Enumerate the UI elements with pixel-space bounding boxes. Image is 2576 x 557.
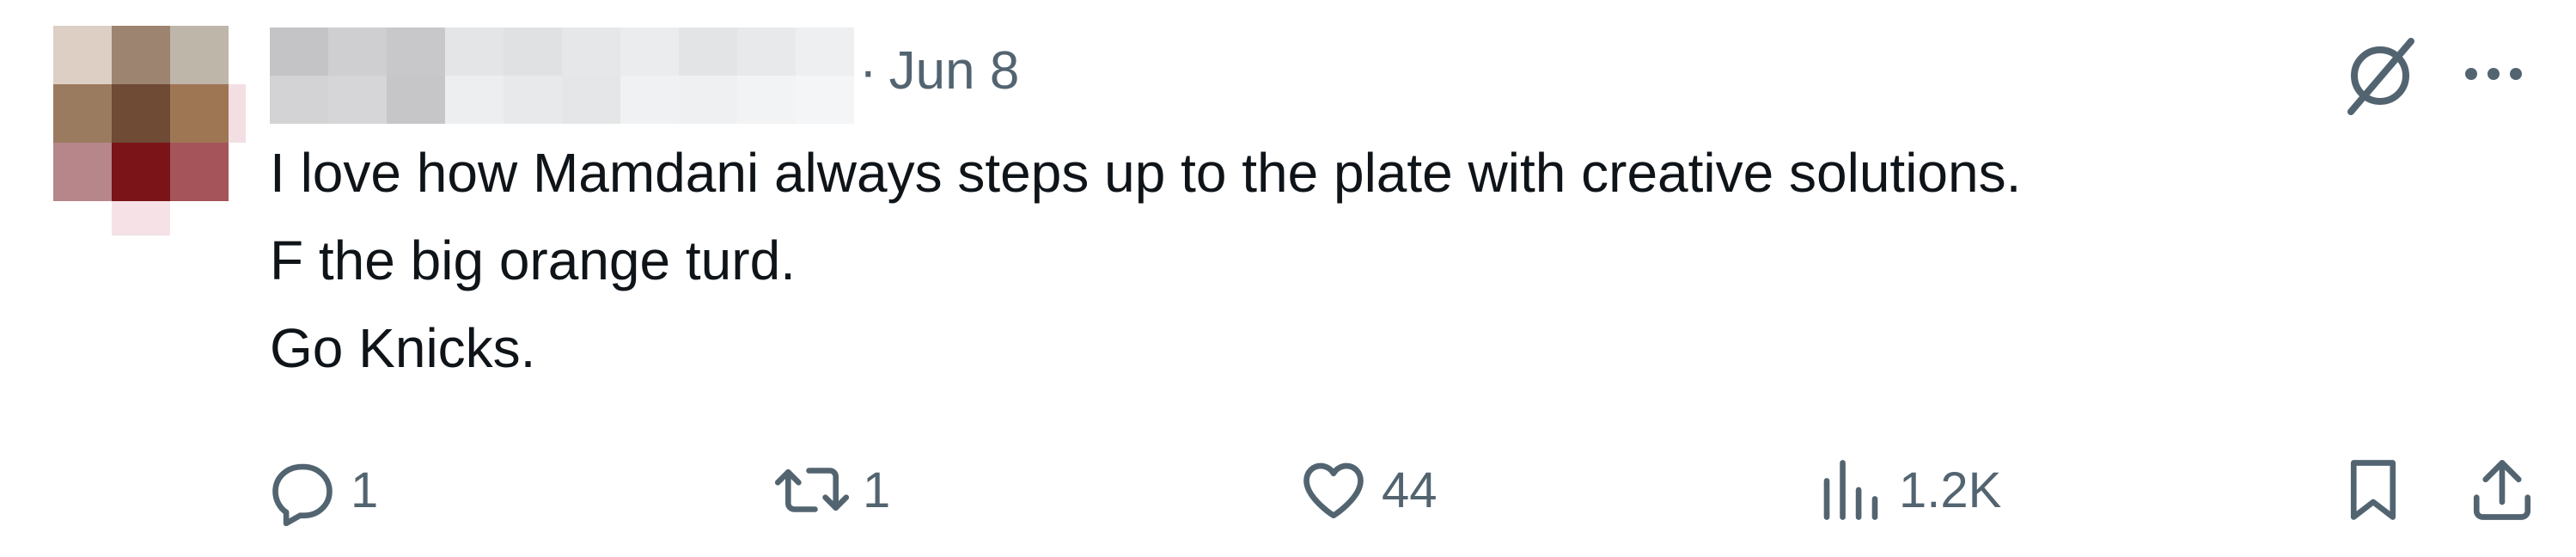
more-icon[interactable] — [2459, 48, 2528, 100]
grok-icon[interactable] — [2337, 33, 2423, 119]
tweet-text-line: I love how Mamdani always steps up to th… — [270, 142, 2022, 204]
share-button[interactable] — [2466, 447, 2538, 533]
tweet-date[interactable]: Jun 8 — [889, 40, 1020, 101]
tweet[interactable]: · Jun 8 I love how Mamdani always steps … — [0, 0, 2576, 557]
avatar-blur-edge — [229, 84, 246, 143]
avatar[interactable] — [53, 26, 229, 201]
retweet-count: 1 — [863, 462, 891, 518]
like-button[interactable]: 44 — [1297, 447, 1438, 533]
tweet-meta: · Jun 8 — [859, 36, 1019, 105]
heart-icon — [1297, 454, 1370, 526]
like-count: 44 — [1382, 462, 1438, 518]
retweet-icon — [773, 454, 851, 526]
retweet-button[interactable]: 1 — [773, 447, 890, 533]
reply-icon — [266, 454, 339, 526]
views-icon — [1815, 454, 1887, 526]
tweet-text-line: F the big orange turd. — [270, 230, 796, 291]
tweet-actions: 1 1 44 1.2K — [258, 447, 2543, 533]
views-button[interactable]: 1.2K — [1815, 447, 2001, 533]
bookmark-button[interactable] — [2337, 447, 2409, 533]
bookmark-icon — [2337, 454, 2409, 526]
tweet-text: I love how Mamdani always steps up to th… — [270, 129, 2538, 392]
views-count: 1.2K — [1899, 462, 2002, 518]
meta-separator: · — [859, 40, 877, 101]
share-icon — [2466, 454, 2538, 526]
username-redacted[interactable] — [270, 28, 854, 124]
avatar-blur-edge — [112, 201, 170, 236]
reply-button[interactable]: 1 — [266, 447, 378, 533]
reply-count: 1 — [351, 462, 379, 518]
tweet-text-line: Go Knicks. — [270, 317, 536, 379]
